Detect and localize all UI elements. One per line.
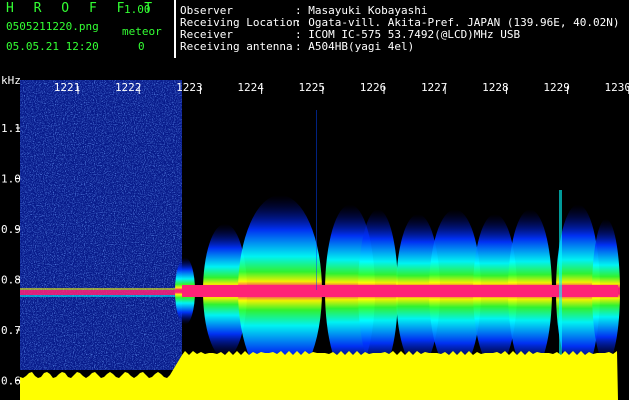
x-tick-label: 1228 — [482, 81, 509, 94]
noise-speckle — [20, 80, 182, 370]
x-tick-label: 1221 — [54, 81, 81, 94]
x-tick-label: 1227 — [421, 81, 448, 94]
interference-line — [559, 190, 562, 360]
x-tick-label: 1225 — [299, 81, 326, 94]
y-axis: kHz1.11.00.90.80.70.6 — [1, 74, 21, 388]
interference-line — [316, 110, 317, 290]
carrier-line-edge — [20, 288, 182, 290]
x-tick-label: 1222 — [115, 81, 142, 94]
carrier-line — [20, 290, 182, 295]
carrier-line-edge — [20, 295, 182, 297]
spectrogram: kHz1.11.00.90.80.70.6 1221 1222 1223 1224 12… — [1, 74, 629, 400]
x-tick-label: 1229 — [543, 81, 570, 94]
x-tick-label: 1223 — [176, 81, 203, 94]
x-tick-label: 1224 — [237, 81, 264, 94]
y-axis-unit: kHz — [1, 74, 21, 87]
x-tick-label: 1226 — [360, 81, 387, 94]
echo-core — [182, 285, 618, 297]
x-axis: 1221 1222 1223 1224 1225 1226 1227 1228 1229 1230 — [54, 81, 629, 94]
x-tick-label: 1230 — [605, 81, 629, 94]
